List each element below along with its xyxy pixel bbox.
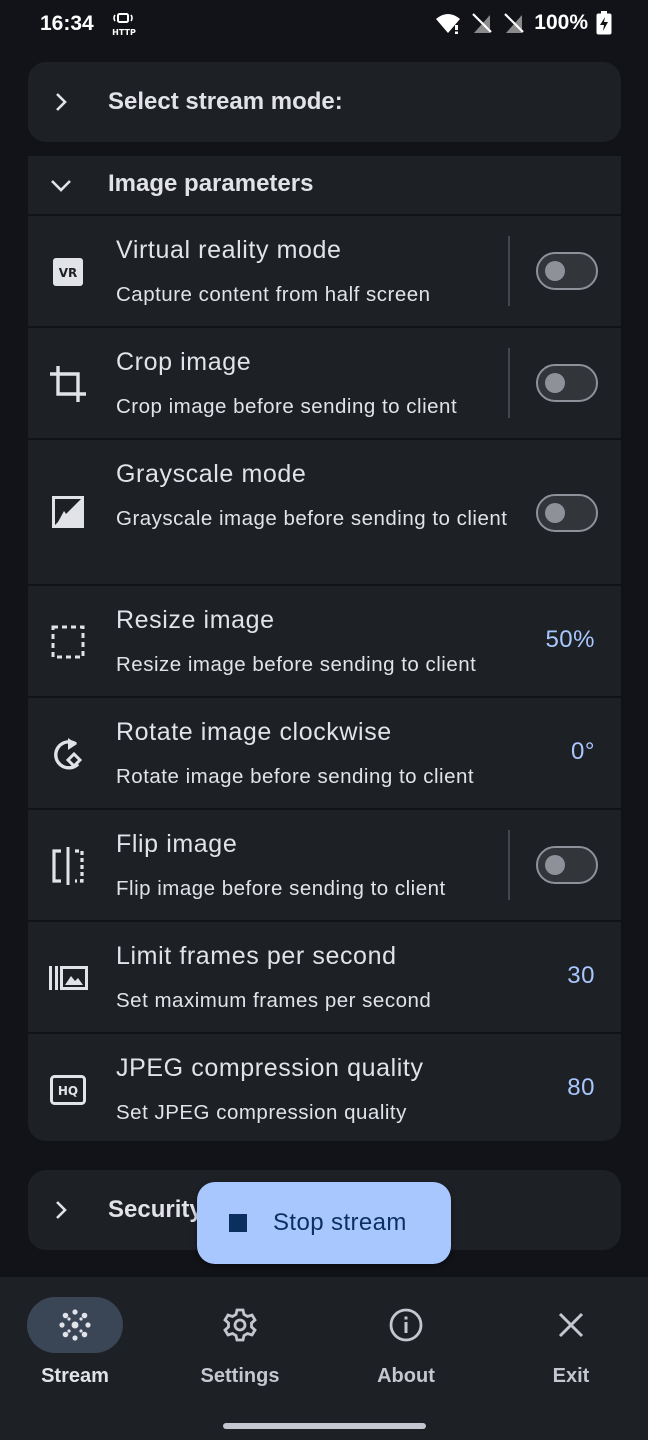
flip-icon [48, 846, 88, 886]
setting-row-resize-image[interactable]: Resize image Resize image before sending… [28, 586, 621, 698]
status-icons: 100% [434, 11, 612, 35]
vr-mode-toggle[interactable] [536, 252, 598, 290]
toggle-knob [545, 503, 565, 523]
grayscale-icon [48, 492, 88, 532]
jpeg-quality-value: 80 [567, 1074, 595, 1101]
setting-subtitle: Crop image before sending to client [116, 395, 458, 418]
setting-row-jpeg-quality[interactable]: HQ JPEG compression quality Set JPEG com… [28, 1034, 621, 1141]
divider [508, 236, 510, 306]
setting-texts: Crop image Crop image before sending to … [116, 346, 516, 424]
setting-row-grayscale-mode[interactable]: Grayscale mode Grayscale image before se… [28, 440, 621, 586]
setting-subtitle: Rotate image before sending to client [116, 765, 475, 788]
setting-row-rotate-image[interactable]: Rotate image clockwise Rotate image befo… [28, 698, 621, 810]
nav-indicator [192, 1297, 288, 1353]
stream-mode-card[interactable]: Select stream mode: [28, 62, 621, 142]
resize-icon [48, 622, 88, 662]
setting-subtitle: Capture content from half screen [116, 283, 431, 306]
image-parameters-title: Image parameters [108, 170, 314, 197]
crop-icon [48, 364, 88, 404]
vr-icon: VR [48, 252, 88, 292]
flip-image-toggle[interactable] [536, 846, 598, 884]
stream-icon [59, 1309, 91, 1341]
vr-icon-text: VR [59, 266, 78, 280]
toggle-knob [545, 373, 565, 393]
rotate-icon [48, 734, 88, 774]
resize-value: 50% [545, 626, 595, 653]
fps-icon [48, 958, 88, 998]
battery-percentage: 100% [534, 11, 588, 34]
setting-texts: Resize image Resize image before sending… [116, 604, 516, 682]
chevron-right-icon [28, 1200, 92, 1220]
fps-value: 30 [567, 962, 595, 989]
nav-indicator [358, 1297, 454, 1353]
toggle-knob [545, 855, 565, 875]
nav-item-exit[interactable]: Exit [506, 1297, 636, 1388]
setting-texts: Rotate image clockwise Rotate image befo… [116, 716, 516, 794]
image-parameters-card: Image parameters VR Virtual reality mode… [28, 156, 621, 1141]
stream-mode-title: Select stream mode: [108, 88, 343, 115]
divider [508, 348, 510, 418]
setting-title: Grayscale mode [116, 460, 307, 488]
setting-title: Rotate image clockwise [116, 718, 392, 746]
setting-subtitle: Grayscale image before sending to client [116, 507, 508, 530]
setting-texts: Limit frames per second Set maximum fram… [116, 940, 516, 1018]
stop-icon [229, 1214, 247, 1232]
hq-icon: HQ [48, 1070, 88, 1110]
nav-label: Exit [552, 1365, 590, 1387]
stop-stream-label: Stop stream [273, 1209, 407, 1236]
setting-row-limit-fps[interactable]: Limit frames per second Set maximum fram… [28, 922, 621, 1034]
info-icon [389, 1308, 423, 1342]
bottom-navigation: Stream Settings About Exit [0, 1277, 648, 1440]
grayscale-mode-toggle[interactable] [536, 494, 598, 532]
setting-row-vr-mode[interactable]: VR Virtual reality mode Capture content … [28, 216, 621, 328]
setting-title: Limit frames per second [116, 942, 397, 970]
rotate-value: 0° [571, 738, 595, 765]
divider [508, 830, 510, 900]
nav-indicator [523, 1297, 619, 1353]
setting-subtitle: Set JPEG compression quality [116, 1101, 407, 1124]
setting-title: JPEG compression quality [116, 1054, 424, 1082]
setting-subtitle: Resize image before sending to client [116, 653, 477, 676]
image-parameters-header[interactable]: Image parameters [28, 156, 621, 216]
close-icon [558, 1312, 584, 1338]
toggle-knob [545, 261, 565, 281]
http-server-icon: HTTP [112, 13, 136, 37]
nav-label: Stream [41, 1365, 109, 1387]
setting-texts: Grayscale mode Grayscale image before se… [116, 458, 516, 536]
battery-charging-icon [596, 11, 612, 35]
setting-title: Resize image [116, 606, 275, 634]
setting-subtitle: Flip image before sending to client [116, 877, 446, 900]
setting-title: Flip image [116, 830, 238, 858]
no-signal-icon-2 [504, 13, 525, 33]
nav-item-settings[interactable]: Settings [175, 1297, 305, 1388]
nav-item-about[interactable]: About [341, 1297, 471, 1388]
wifi-icon [436, 14, 461, 34]
nav-label: Settings [200, 1365, 280, 1387]
setting-texts: Flip image Flip image before sending to … [116, 828, 516, 906]
status-time: 16:34 [40, 12, 94, 35]
chevron-down-icon [28, 175, 92, 195]
hq-icon-text: HQ [58, 1084, 78, 1098]
nav-active-indicator [27, 1297, 123, 1353]
http-label: HTTP [112, 28, 136, 37]
setting-title: Crop image [116, 348, 252, 376]
setting-row-crop-image[interactable]: Crop image Crop image before sending to … [28, 328, 621, 440]
setting-row-flip-image[interactable]: Flip image Flip image before sending to … [28, 810, 621, 922]
setting-texts: JPEG compression quality Set JPEG compre… [116, 1052, 516, 1130]
setting-title: Virtual reality mode [116, 236, 342, 264]
home-indicator[interactable] [223, 1423, 426, 1429]
setting-texts: Virtual reality mode Capture content fro… [116, 234, 516, 312]
stream-mode-header[interactable]: Select stream mode: [28, 62, 621, 142]
security-title: Security [108, 1196, 203, 1223]
no-signal-icon [472, 13, 493, 33]
crop-image-toggle[interactable] [536, 364, 598, 402]
status-bar: 16:34 HTTP 100% [0, 0, 648, 50]
nav-item-stream[interactable]: Stream [10, 1297, 140, 1388]
stop-stream-button[interactable]: Stop stream [197, 1182, 451, 1264]
nav-label: About [377, 1365, 435, 1387]
chevron-right-icon [28, 92, 92, 112]
setting-subtitle: Set maximum frames per second [116, 989, 432, 1012]
gear-icon [223, 1308, 257, 1342]
